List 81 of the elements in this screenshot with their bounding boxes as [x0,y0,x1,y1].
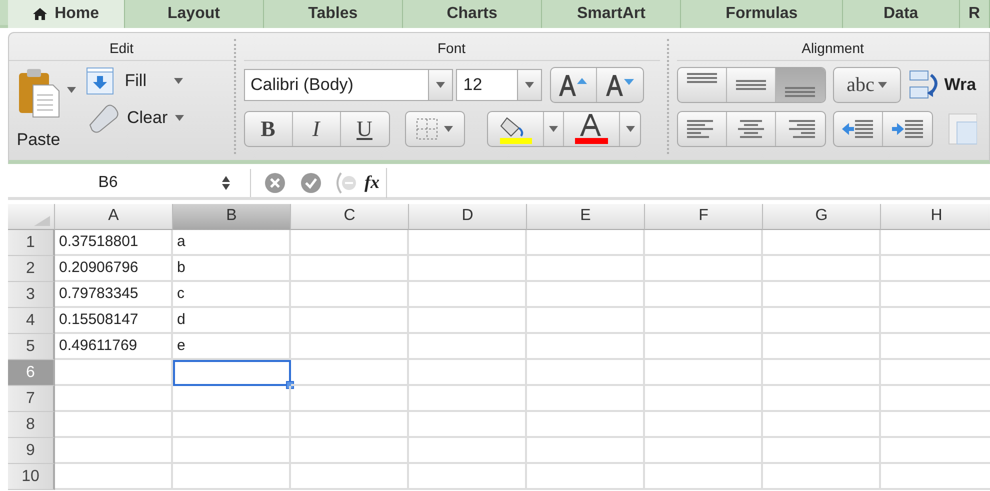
ribbon-tab[interactable]: Home [8,0,125,28]
row-header[interactable]: 9 [8,438,55,464]
row-header[interactable]: 1 [8,230,55,256]
clear-button[interactable]: Clear [86,102,184,132]
home-icon [32,8,47,20]
wrap-text-button[interactable]: Wra [908,69,976,101]
group-title: Alignment [676,39,989,61]
merge-cells-icon[interactable] [947,112,977,146]
grow-font-icon [557,72,590,98]
column-header[interactable]: C [291,204,409,230]
caret-icon[interactable] [436,82,444,88]
table-cell: 0.49611769 [55,334,173,360]
row-header[interactable]: 5 [8,334,55,360]
column-header[interactable]: D [409,204,527,230]
ribbon-tab[interactable]: Data [843,0,960,28]
caret-icon[interactable] [525,82,534,88]
wrap-text-icon [908,69,940,101]
stepper-icon[interactable] [222,176,230,190]
corner-triangle-icon [34,216,50,226]
caret-icon[interactable] [174,78,183,84]
font-size-dropdown[interactable] [518,69,542,101]
table-cell: 0.37518801 [55,230,173,256]
check-icon[interactable] [301,172,321,192]
column-header[interactable]: E [527,204,645,230]
table-cell: e [173,334,291,360]
clipboard-icon [16,67,60,119]
caret-icon[interactable] [626,126,634,132]
caret-icon[interactable] [175,114,184,120]
caret-icon[interactable] [66,87,76,93]
column-header[interactable]: B [173,204,291,230]
caret-icon[interactable] [549,126,558,132]
row-header[interactable]: 2 [8,256,55,282]
column-header[interactable]: A [55,204,173,230]
group-title: Edit [9,39,234,61]
row-header[interactable]: 7 [8,386,55,412]
align-middle-icon [736,80,766,90]
decrease-indent-icon [841,118,875,140]
bold-button[interactable]: B [244,112,292,146]
group-title: Font [244,39,660,61]
row-header[interactable]: 10 [8,464,55,490]
paste-button[interactable]: Paste [16,67,60,152]
table-cell: d [173,308,291,334]
row-header[interactable]: 3 [8,282,55,308]
borders-icon [416,118,438,140]
column-header[interactable]: G [763,204,881,230]
align-center-icon [736,118,766,140]
ribbon-tab[interactable]: Charts [402,0,542,28]
align-top-icon [686,73,716,83]
column-header[interactable]: H [881,204,990,230]
function-button[interactable]: fx [364,169,380,196]
align-bottom-button[interactable] [776,68,824,102]
table-cell: b [173,256,291,282]
row-header[interactable]: 4 [8,308,55,334]
column-header[interactable]: F [645,204,763,230]
font-size-field[interactable]: 12 [456,69,518,101]
table-cell: 0.20906796 [55,256,173,282]
caret-icon[interactable] [444,126,453,132]
row-header[interactable]: 8 [8,412,55,438]
font-name-field[interactable]: Calibri (Body) [244,69,428,101]
align-bottom-icon [785,87,815,97]
ribbon-tab[interactable]: R [960,0,990,28]
ribbon-tab[interactable]: SmartArt [542,0,682,28]
fill-button[interactable]: Fill [86,67,184,95]
italic-button[interactable]: I [292,112,340,146]
table-cell: c [173,282,291,308]
table-cell: 0.15508147 [55,308,173,334]
ribbon-tab[interactable]: Layout [124,0,264,28]
shrink-font-icon [604,72,636,98]
underline-button[interactable]: U [340,112,388,146]
active-cell[interactable] [173,360,291,386]
cancel-icon[interactable] [265,172,285,192]
ribbon-tab[interactable]: Formulas [681,0,844,28]
table-cell: a [173,230,291,256]
ribbon-tab[interactable]: Tables [264,0,403,28]
name-box[interactable]: B6 [8,170,208,194]
font-name-dropdown[interactable] [428,69,452,101]
font-color-icon [574,114,610,144]
table-cell: 0.79783345 [55,282,173,308]
caret-icon[interactable] [878,82,888,88]
orientation-button[interactable]: abc [834,68,900,102]
increase-indent-icon [890,118,924,140]
